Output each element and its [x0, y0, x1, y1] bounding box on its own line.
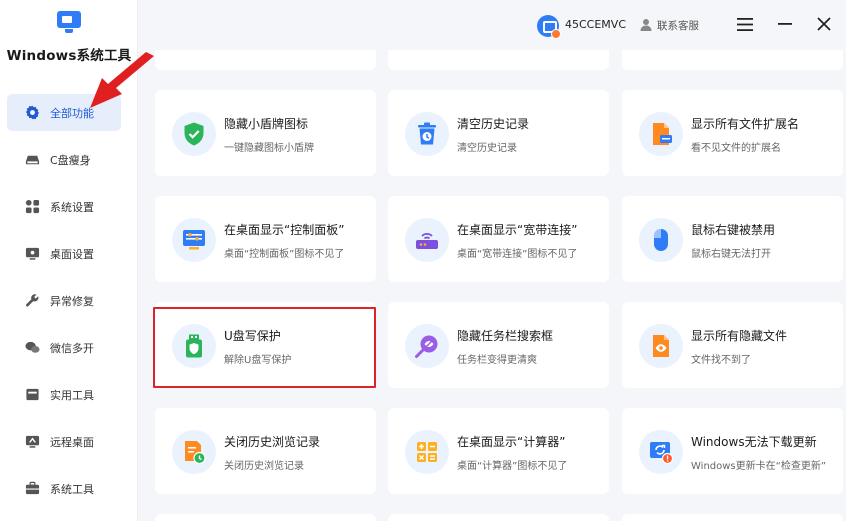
card-title: U盘写保护	[224, 329, 281, 343]
feature-card-broadband[interactable]: 在桌面显示“宽带连接” 桌面“宽带连接”图标不见了	[388, 196, 609, 282]
card-desc: 鼠标右键无法打开	[691, 249, 771, 260]
monitor-icon	[25, 246, 40, 261]
vip-badge-icon	[551, 29, 561, 39]
sidebar-item-label: 微信多开	[50, 341, 94, 355]
sidebar-item-label: 异常修复	[50, 294, 94, 308]
router-icon	[405, 218, 449, 262]
sidebar-item-utilities[interactable]: 实用工具	[7, 376, 121, 413]
minimize-button[interactable]	[774, 13, 796, 35]
customer-service-icon[interactable]	[640, 18, 652, 31]
card-desc: 看不见文件的扩展名	[691, 143, 781, 154]
sidebar-item-label: 系统工具	[50, 482, 94, 496]
wrench-icon	[25, 293, 40, 308]
card-desc: 桌面“控制面板”图标不见了	[224, 249, 345, 260]
card-desc: Windows更新卡在“检查更新”	[691, 461, 826, 472]
eye-file-icon	[639, 324, 683, 368]
mouse-icon	[639, 218, 683, 262]
card-title: 清空历史记录	[457, 117, 530, 131]
feature-card-partial[interactable]	[155, 50, 376, 70]
card-desc: 桌面“宽带连接”图标不见了	[457, 249, 578, 260]
card-desc: 解除U盘写保护	[224, 355, 292, 366]
card-title: 显示所有文件扩展名	[691, 117, 800, 131]
sidebar-item-label: 系统设置	[50, 200, 94, 214]
feature-card-partial[interactable]	[155, 514, 376, 521]
card-title: 在桌面显示“宽带连接”	[457, 223, 578, 237]
card-desc: 任务栏变得更清爽	[457, 355, 537, 366]
sidebar-item-label: C盘瘦身	[50, 153, 91, 167]
feature-card-show-extensions[interactable]: 显示所有文件扩展名 看不见文件的扩展名	[622, 90, 843, 176]
hidden-search-icon	[405, 324, 449, 368]
card-desc: 桌面“计算器”图标不见了	[457, 461, 568, 472]
card-title: 隐藏任务栏搜索框	[457, 329, 554, 343]
sidebar-item-repair[interactable]: 异常修复	[7, 282, 121, 319]
feature-card-close-browse-history[interactable]: 关闭历史浏览记录 关闭历史浏览记录	[155, 408, 376, 494]
history-file-icon	[172, 430, 216, 474]
sidebar-item-desktop-settings[interactable]: 桌面设置	[7, 235, 121, 272]
feature-card-control-panel[interactable]: 在桌面显示“控制面板” 桌面“控制面板”图标不见了	[155, 196, 376, 282]
briefcase-icon	[25, 481, 40, 496]
update-icon	[639, 430, 683, 474]
menu-button[interactable]	[734, 13, 756, 35]
feature-card-right-click[interactable]: 鼠标右键被禁用 鼠标右键无法打开	[622, 196, 843, 282]
chat-icon	[25, 340, 40, 355]
feature-card-windows-update[interactable]: Windows无法下载更新 Windows更新卡在“检查更新”	[622, 408, 843, 494]
control-panel-icon	[172, 218, 216, 262]
toolbox-icon	[25, 387, 40, 402]
sidebar-item-label: 远程桌面	[50, 435, 94, 449]
feature-card-show-hidden-files[interactable]: 显示所有隐藏文件 文件找不到了	[622, 302, 843, 388]
feature-card-partial[interactable]	[388, 514, 609, 521]
contact-service-link[interactable]: 联系客服	[657, 18, 699, 33]
close-icon	[817, 17, 831, 31]
feature-card-hide-shield[interactable]: 隐藏小盾牌图标 一键隐藏图标小盾牌	[155, 90, 376, 176]
user-name[interactable]: 45CCEMVC	[565, 18, 626, 31]
card-title: 关闭历史浏览记录	[224, 435, 321, 449]
sidebar-item-c-drive[interactable]: C盘瘦身	[7, 141, 121, 178]
card-title: 在桌面显示“计算器”	[457, 435, 566, 449]
sidebar-item-label: 桌面设置	[50, 247, 94, 261]
minimize-icon	[778, 23, 792, 25]
sidebar-item-remote-desktop[interactable]: 远程桌面	[7, 423, 121, 460]
sidebar-item-label: 实用工具	[50, 388, 94, 402]
calculator-icon	[405, 430, 449, 474]
card-title: 在桌面显示“控制面板”	[224, 223, 345, 237]
gear-icon	[25, 105, 40, 120]
sidebar-item-system-settings[interactable]: 系统设置	[7, 188, 121, 225]
feature-card-hide-search[interactable]: 隐藏任务栏搜索框 任务栏变得更清爽	[388, 302, 609, 388]
top-bar: 45CCEMVC 联系客服	[138, 0, 846, 50]
feature-card-partial[interactable]	[388, 50, 609, 70]
sidebar-nav: 全部功能 C盘瘦身 系统设置 桌面设置 异常修复 微信多开 实用工具 远程桌面 …	[7, 94, 121, 517]
feature-card-usb-protect[interactable]: U盘写保护 解除U盘写保护	[155, 302, 376, 388]
feature-card-partial[interactable]	[622, 514, 843, 521]
feature-grid: 隐藏小盾牌图标 一键隐藏图标小盾牌 清空历史记录 清空历史记录 显示所有文件扩展…	[138, 50, 846, 521]
shield-check-icon	[172, 112, 216, 156]
feature-card-clear-history[interactable]: 清空历史记录 清空历史记录	[388, 90, 609, 176]
feature-card-partial[interactable]	[622, 50, 843, 70]
card-desc: 一键隐藏图标小盾牌	[224, 143, 314, 154]
card-desc: 关闭历史浏览记录	[224, 461, 304, 472]
file-extension-icon	[639, 112, 683, 156]
drive-icon	[25, 152, 40, 167]
card-desc: 清空历史记录	[457, 143, 517, 154]
feature-card-calculator[interactable]: 在桌面显示“计算器” 桌面“计算器”图标不见了	[388, 408, 609, 494]
close-button[interactable]	[813, 13, 835, 35]
card-title: 隐藏小盾牌图标	[224, 117, 309, 131]
card-title: 显示所有隐藏文件	[691, 329, 788, 343]
card-title: Windows无法下载更新	[691, 435, 817, 449]
remote-icon	[25, 434, 40, 449]
card-desc: 文件找不到了	[691, 355, 751, 366]
hamburger-icon	[737, 17, 753, 31]
trash-clock-icon	[405, 112, 449, 156]
sidebar-item-system-tools[interactable]: 系统工具	[7, 470, 121, 507]
grid-icon	[25, 199, 40, 214]
monitor-logo-icon	[54, 10, 84, 36]
usb-shield-icon	[172, 324, 216, 368]
card-title: 鼠标右键被禁用	[691, 223, 776, 237]
sidebar-item-wechat[interactable]: 微信多开	[7, 329, 121, 366]
